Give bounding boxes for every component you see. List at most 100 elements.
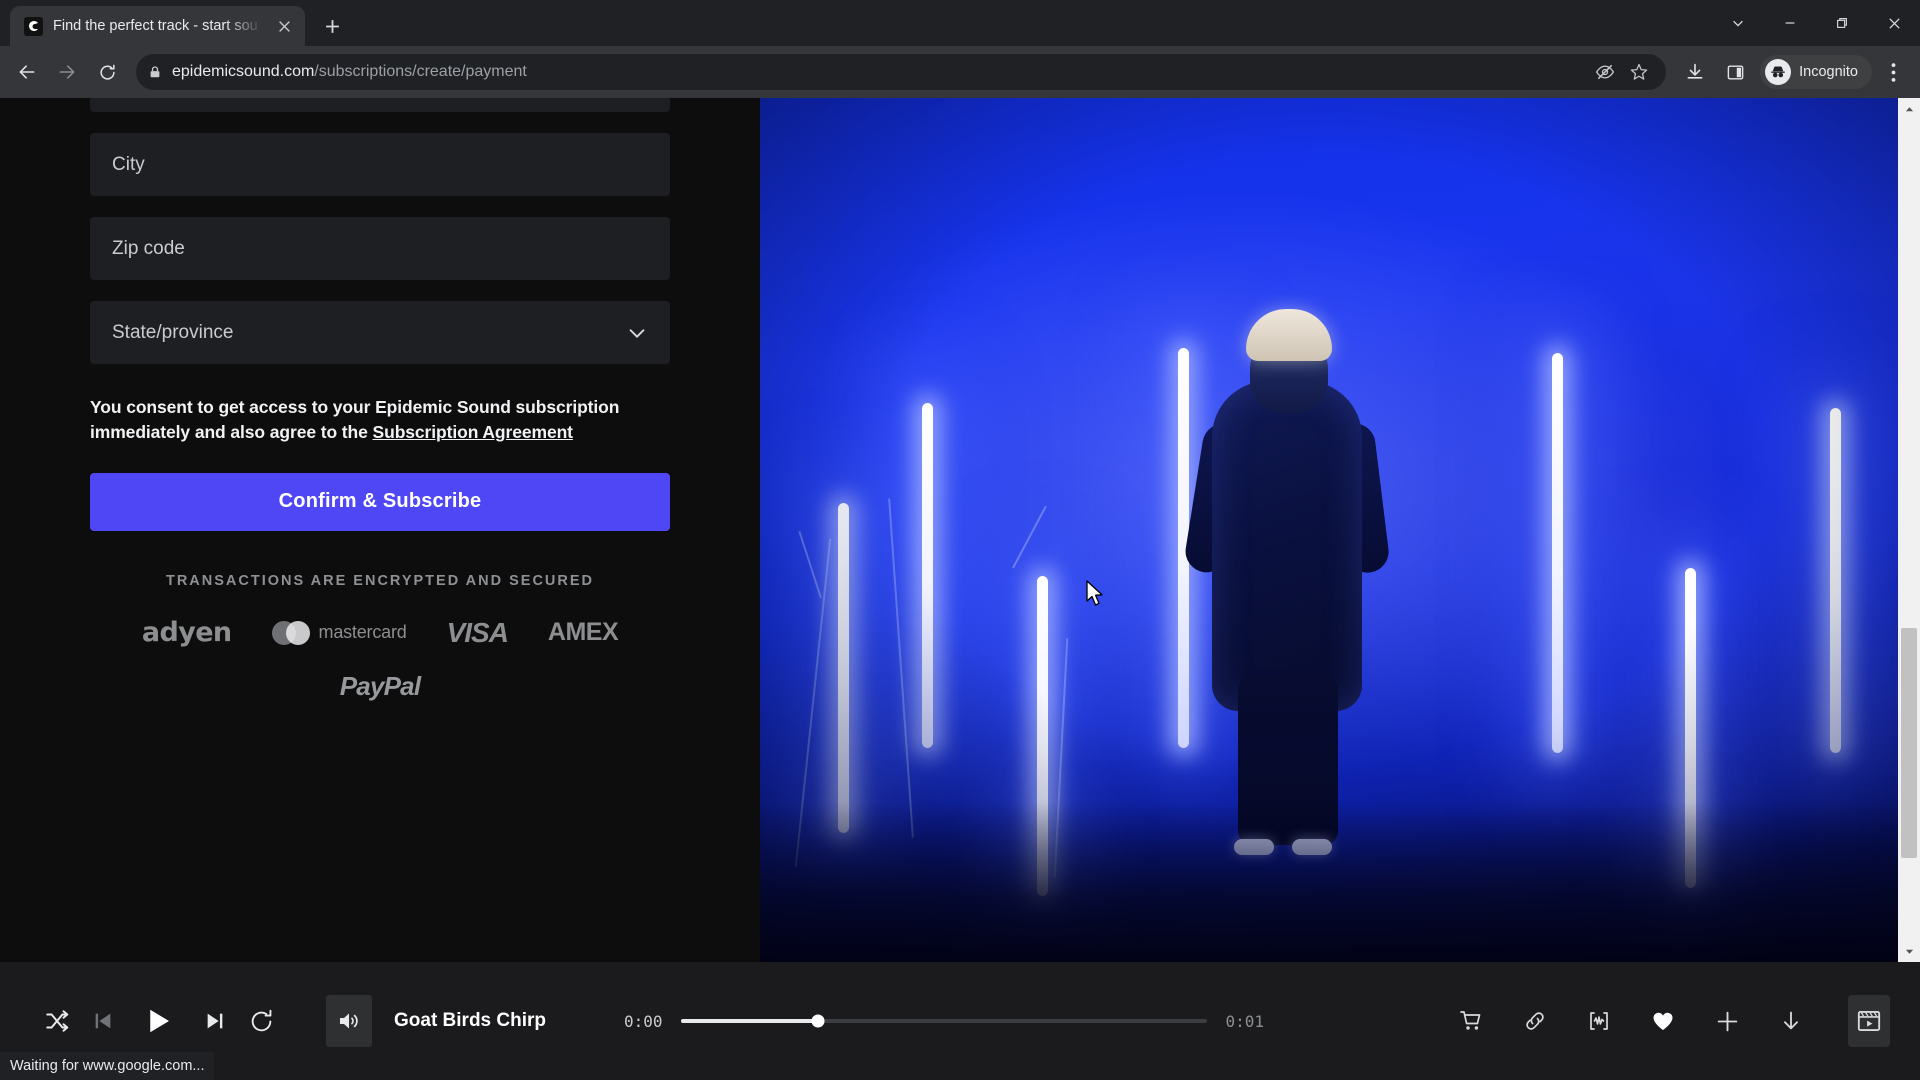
link-icon: [1526, 1012, 1544, 1030]
playback-progress: 0:00 0:01: [624, 1012, 1264, 1031]
page-content: City Zip code State/province You consent…: [0, 98, 1898, 962]
seek-bar-handle[interactable]: [811, 1014, 825, 1028]
checkout-form-panel: City Zip code State/province You consent…: [0, 98, 760, 962]
state-province-select[interactable]: State/province: [90, 301, 670, 364]
back-button[interactable]: [8, 53, 46, 91]
skip-next-icon: [207, 1013, 223, 1029]
consent-text: You consent to get access to your Epidem…: [90, 395, 670, 445]
repeat-icon: [251, 1009, 271, 1031]
forward-button[interactable]: [48, 53, 86, 91]
next-track-button[interactable]: [192, 998, 238, 1044]
mastercard-circles-icon: [271, 620, 310, 645]
waveform-icon: [1590, 1012, 1608, 1030]
browser-window: Find the perfect track - start sou epide…: [0, 0, 1920, 1080]
state-province-placeholder: State/province: [112, 321, 234, 343]
city-field[interactable]: City: [90, 133, 670, 196]
video-preview-toggle[interactable]: [1848, 995, 1890, 1047]
now-playing-title: Goat Birds Chirp: [394, 1010, 547, 1031]
browser-tab[interactable]: Find the perfect track - start sou: [10, 6, 305, 46]
address-field-partial[interactable]: [90, 98, 670, 112]
download-icon: [1784, 1011, 1798, 1030]
chevron-down-icon: [626, 322, 648, 344]
address-bar-url: epidemicsound.com/subscriptions/create/p…: [172, 63, 527, 81]
bookmark-star-icon[interactable]: [1624, 57, 1654, 87]
incognito-icon: [1765, 59, 1792, 85]
shuffle-button[interactable]: [34, 998, 80, 1044]
minimize-button[interactable]: [1764, 0, 1816, 46]
cart-button[interactable]: [1450, 1000, 1492, 1042]
copy-link-button[interactable]: [1514, 1000, 1556, 1042]
heart-icon: [1653, 1012, 1673, 1030]
seek-bar[interactable]: [680, 1014, 1208, 1028]
arrow-right-icon: [59, 65, 75, 79]
url-path: /subscriptions/create/payment: [314, 63, 527, 80]
tracking-protection-icon[interactable]: [1590, 57, 1620, 87]
stems-waveform-button[interactable]: [1578, 1000, 1620, 1042]
player-actions: [1450, 995, 1890, 1047]
window-controls: [1712, 0, 1920, 46]
address-bar-icons: [1590, 57, 1654, 87]
repeat-button[interactable]: [238, 998, 284, 1044]
amex-logo: AMEX: [547, 618, 619, 647]
current-time: 0:00: [624, 1011, 663, 1031]
side-panel-button[interactable]: [1716, 53, 1754, 91]
favorite-button[interactable]: [1642, 1000, 1684, 1042]
incognito-profile-button[interactable]: Incognito: [1760, 55, 1872, 89]
download-track-button[interactable]: [1770, 1000, 1812, 1042]
status-bar: Waiting for www.google.com...: [0, 1052, 215, 1080]
tab-close-icon[interactable]: [273, 15, 295, 37]
new-tab-button[interactable]: [315, 9, 349, 43]
background-video[interactable]: [760, 98, 1898, 962]
audio-player-bar: Goat Birds Chirp 0:00 0:01: [0, 962, 1920, 1080]
video-frame: [760, 98, 1898, 962]
lock-icon: [148, 65, 162, 79]
minimize-icon: [1785, 22, 1795, 24]
volume-icon: [340, 1013, 358, 1029]
add-to-playlist-button[interactable]: [1706, 1000, 1748, 1042]
subscription-agreement-link[interactable]: Subscription Agreement: [373, 422, 573, 442]
total-time: 0:01: [1225, 1011, 1265, 1031]
downloads-button[interactable]: [1676, 53, 1714, 91]
skip-previous-icon: [95, 1013, 111, 1029]
reload-icon: [99, 64, 115, 80]
page-scrollbar[interactable]: [1898, 98, 1920, 962]
mastercard-logo: mastercard: [271, 620, 407, 645]
tab-search-button[interactable]: [1712, 0, 1764, 46]
cart-icon: [1460, 1011, 1481, 1030]
confirm-subscribe-button[interactable]: Confirm & Subscribe: [90, 472, 670, 531]
zip-code-field[interactable]: Zip code: [90, 217, 670, 280]
scrollbar-track[interactable]: [1898, 120, 1920, 940]
play-icon: [150, 1009, 169, 1033]
window-close-button[interactable]: [1868, 0, 1920, 46]
scroll-up-arrow-icon[interactable]: [1898, 98, 1920, 120]
reload-button[interactable]: [88, 53, 126, 91]
payment-logos-row-2: PayPal: [90, 671, 670, 702]
browser-menu-button[interactable]: [1874, 53, 1912, 91]
page-viewport: City Zip code State/province You consent…: [0, 98, 1920, 962]
epidemic-sound-favicon-icon: [24, 16, 43, 36]
seek-bar-fill: [680, 1019, 818, 1023]
close-icon: [1888, 17, 1900, 29]
chevron-down-icon: [1733, 20, 1743, 27]
city-field-placeholder: City: [112, 153, 145, 175]
volume-button[interactable]: [326, 995, 372, 1047]
shuffle-icon: [46, 1010, 69, 1032]
scroll-down-arrow-icon[interactable]: [1898, 940, 1920, 962]
visa-logo: VISA: [446, 616, 509, 648]
zip-code-field-placeholder: Zip code: [112, 237, 185, 259]
address-bar[interactable]: epidemicsound.com/subscriptions/create/p…: [136, 54, 1667, 90]
scrollbar-thumb[interactable]: [1901, 628, 1917, 858]
secured-transactions-note: TRANSACTIONS ARE ENCRYPTED AND SECURED: [165, 572, 595, 589]
three-dot-menu-icon: [1891, 62, 1895, 82]
adyen-logo: adyen: [141, 617, 232, 649]
url-domain: epidemicsound.com: [172, 63, 315, 80]
arrow-left-icon: [19, 65, 35, 79]
maximize-icon: [1837, 18, 1847, 28]
incognito-profile-label: Incognito: [1799, 64, 1858, 80]
plus-icon: [1717, 1011, 1737, 1031]
payment-logos-row: adyen mastercard VISA AMEX: [90, 617, 670, 649]
maximize-button[interactable]: [1816, 0, 1868, 46]
previous-track-button[interactable]: [80, 998, 126, 1044]
play-button[interactable]: [136, 998, 182, 1044]
tab-strip: Find the perfect track - start sou: [0, 0, 1920, 46]
